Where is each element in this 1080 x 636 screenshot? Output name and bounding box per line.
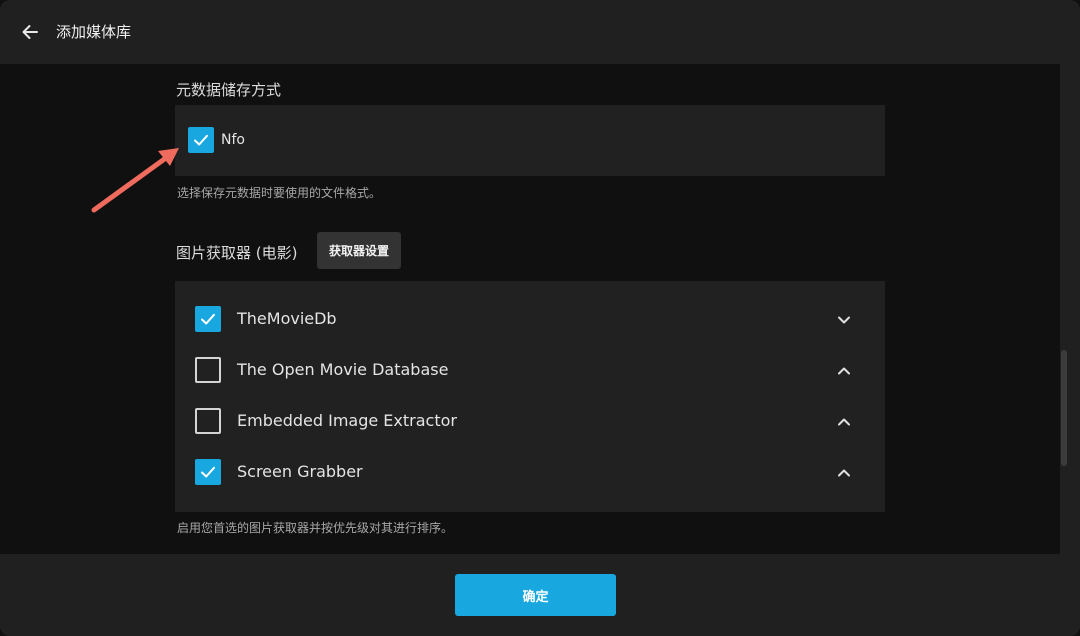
chevron-down-icon[interactable] — [835, 311, 853, 329]
omdb-checkbox[interactable] — [195, 357, 221, 383]
nfo-checkbox[interactable] — [188, 127, 214, 153]
dialog-header: 添加媒体库 — [0, 0, 1080, 64]
fetcher-row-omdb: The Open Movie Database — [175, 345, 885, 396]
chevron-up-icon[interactable] — [835, 464, 853, 482]
metadata-savers-box: Nfo — [175, 105, 885, 176]
dialog-footer: 确定 — [0, 554, 1080, 636]
nfo-label: Nfo — [221, 132, 245, 148]
screen-grabber-checkbox[interactable] — [195, 459, 221, 485]
ok-button[interactable]: 确定 — [455, 574, 616, 616]
content-scrollbar[interactable] — [1061, 350, 1067, 466]
fetcher-row-screen-grabber: Screen Grabber — [175, 447, 885, 498]
add-library-dialog: 添加媒体库 元数据储存方式 Nfo 选择保存元数据时要使用的文件格式。 图片获取… — [0, 0, 1080, 636]
image-fetchers-label: 图片获取器 (电影) — [176, 244, 298, 262]
metadata-savers-label: 元数据储存方式 — [176, 81, 282, 99]
embedded-checkbox[interactable] — [195, 408, 221, 434]
fetcher-settings-button[interactable]: 获取器设置 — [317, 232, 401, 269]
arrow-left-icon — [22, 25, 38, 39]
embedded-label: Embedded Image Extractor — [237, 411, 457, 430]
check-icon — [201, 466, 215, 478]
chevron-up-icon[interactable] — [835, 362, 853, 380]
check-icon — [201, 313, 215, 325]
image-fetchers-help: 启用您首选的图片获取器并按优先级对其进行排序。 — [177, 521, 454, 535]
screen-grabber-label: Screen Grabber — [237, 462, 363, 481]
metadata-savers-help: 选择保存元数据时要使用的文件格式。 — [177, 186, 382, 200]
fetcher-row-themoviedb: TheMovieDb — [175, 294, 885, 345]
omdb-label: The Open Movie Database — [237, 360, 449, 379]
themoviedb-label: TheMovieDb — [237, 309, 337, 328]
dialog-title: 添加媒体库 — [56, 23, 132, 41]
check-icon — [194, 134, 208, 146]
fetcher-row-embedded: Embedded Image Extractor — [175, 396, 885, 447]
themoviedb-checkbox[interactable] — [195, 306, 221, 332]
chevron-up-icon[interactable] — [835, 413, 853, 431]
image-fetchers-list: TheMovieDb The Open Movie Database Embed… — [175, 281, 885, 512]
back-button[interactable] — [14, 16, 46, 48]
